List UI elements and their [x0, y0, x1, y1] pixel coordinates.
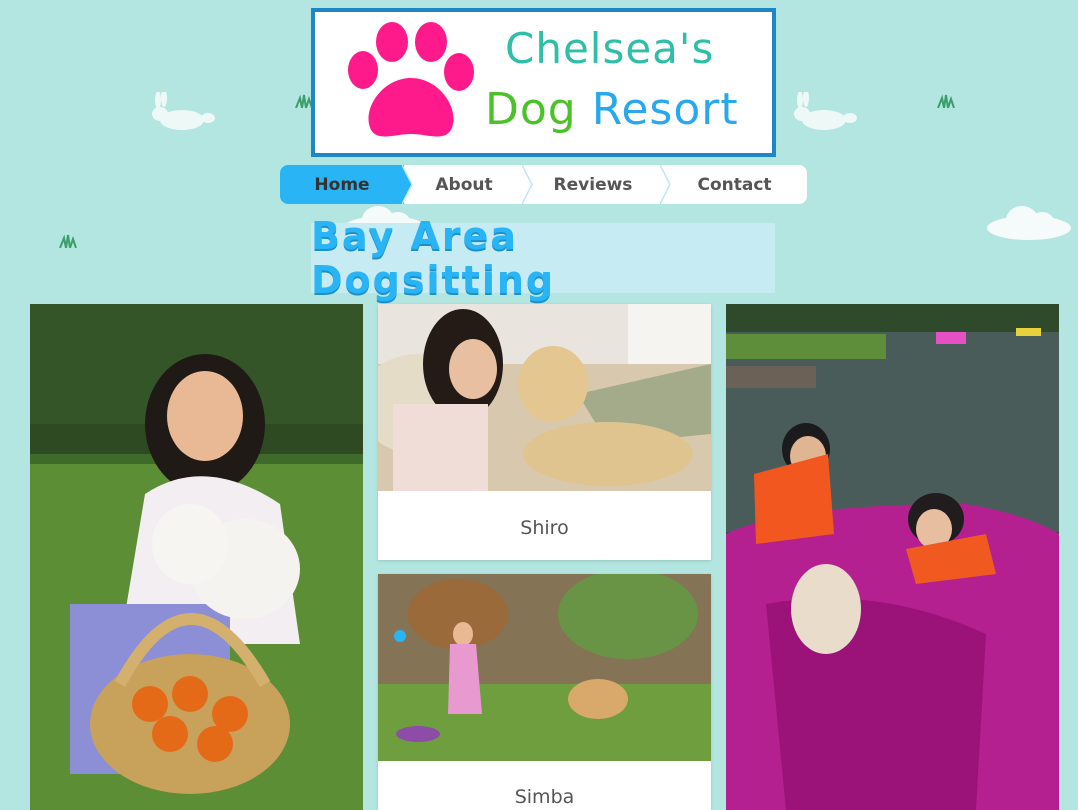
- nav-item-label: Contact: [697, 174, 772, 195]
- photo-paddle-boat[interactable]: [726, 304, 1059, 810]
- cloud-icon: [987, 206, 1071, 240]
- grass-icon: [937, 94, 955, 108]
- nav-item-reviews[interactable]: Reviews: [524, 165, 671, 204]
- page-title: Bay Area Dogsitting: [311, 214, 556, 302]
- grass-icon: [59, 234, 77, 248]
- photo-simba: [378, 574, 711, 761]
- card-caption: Simba: [514, 786, 575, 808]
- dog-card-shiro[interactable]: Shiro: [378, 304, 711, 560]
- site-logo[interactable]: Chelsea's Dog Resort: [311, 8, 776, 157]
- bunny-icon: [794, 92, 857, 130]
- nav-separator: [402, 165, 413, 204]
- nav-item-contact[interactable]: Contact: [662, 165, 807, 204]
- nav-item-label: Reviews: [553, 174, 633, 195]
- nav-separator: [660, 165, 671, 204]
- paw-icon: [348, 22, 474, 137]
- logo-title-line2: Dog Resort: [485, 84, 739, 135]
- logo-word-dog: Dog: [485, 84, 577, 135]
- nav-separator: [522, 165, 533, 204]
- card-caption: Shiro: [520, 517, 569, 539]
- main-nav: Home About Reviews Contact: [280, 165, 807, 204]
- nav-item-label: About: [435, 174, 493, 195]
- photo-girl-dog-basket[interactable]: [30, 304, 363, 810]
- nav-item-home[interactable]: Home: [280, 165, 413, 204]
- page-banner: Bay Area Dogsitting: [311, 214, 775, 302]
- bunny-icon: [152, 92, 215, 130]
- dog-card-simba[interactable]: Simba: [378, 574, 711, 810]
- logo-title-line1: Chelsea's: [505, 24, 715, 73]
- nav-item-label: Home: [314, 174, 370, 195]
- photo-image: [726, 304, 1059, 810]
- photo-image: [30, 304, 363, 810]
- logo-word-resort: Resort: [591, 84, 739, 135]
- nav-item-about[interactable]: About: [404, 165, 533, 204]
- photo-shiro: [378, 304, 711, 491]
